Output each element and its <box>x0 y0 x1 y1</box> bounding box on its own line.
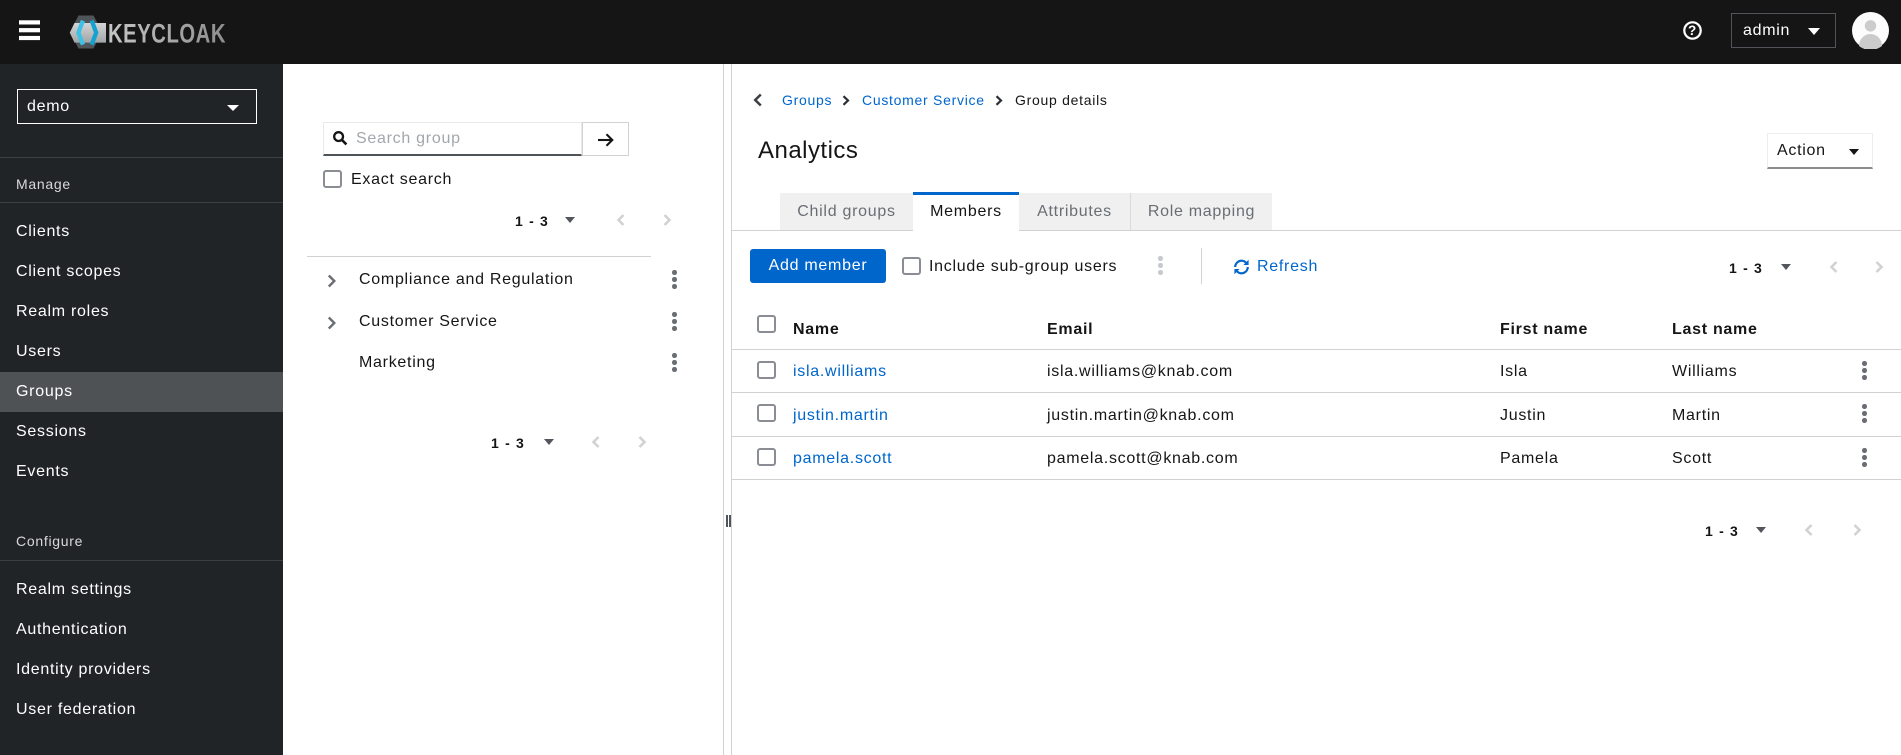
svg-text:?: ? <box>1688 23 1697 38</box>
svg-text:KEYCLOAK: KEYCLOAK <box>108 19 226 49</box>
